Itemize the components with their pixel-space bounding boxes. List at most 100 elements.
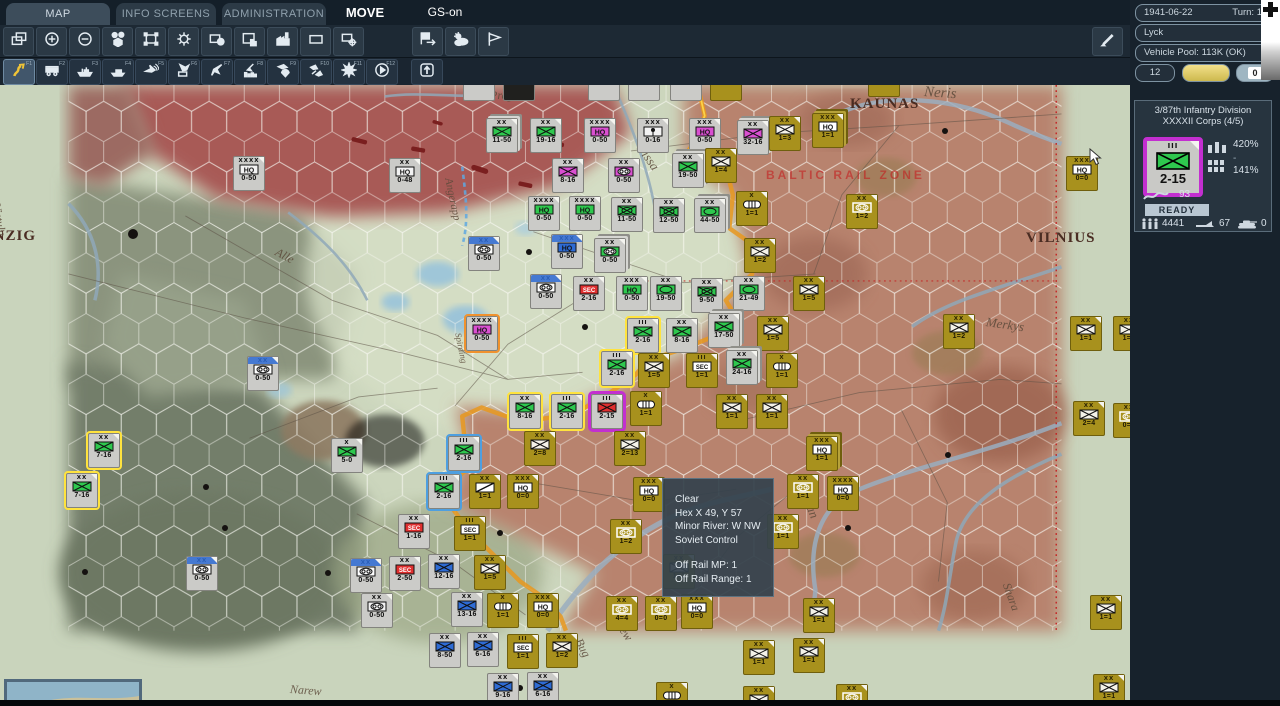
unit-counter[interactable]: XX9-50 bbox=[691, 278, 723, 313]
unit-counter[interactable]: XXSEC2-50 bbox=[389, 556, 421, 591]
unit-counter[interactable]: XX1=1 bbox=[803, 598, 835, 633]
unit-counter[interactable]: XX1=1 bbox=[756, 394, 788, 429]
move-up-stack-button[interactable] bbox=[411, 59, 443, 85]
unit-counter[interactable]: XX bbox=[670, 85, 702, 101]
unit-counter[interactable]: XXHQ bbox=[463, 85, 495, 101]
unit-counter[interactable]: XX1=2 bbox=[943, 314, 975, 349]
unit-counter[interactable]: X1=1 bbox=[487, 593, 519, 628]
unit-counter[interactable]: XXX0-16 bbox=[637, 118, 669, 153]
unit-counter[interactable]: XXXXHQ0-50 bbox=[584, 118, 616, 153]
mode-f3-button[interactable]: F3 bbox=[69, 59, 101, 85]
jump-flag-button[interactable] bbox=[412, 27, 443, 56]
unit-counter[interactable]: XX8-16 bbox=[666, 318, 698, 353]
unit-counter[interactable]: XX1=2 bbox=[744, 238, 776, 273]
menu-gs-toggle[interactable]: GS-on bbox=[415, 0, 475, 25]
unit-counter[interactable]: XX1=2 bbox=[546, 633, 578, 668]
unit-counter[interactable]: XX1=1 bbox=[716, 394, 748, 429]
unit-counter[interactable]: XXXHQ0=0 bbox=[527, 593, 559, 628]
empty-box-button[interactable] bbox=[300, 27, 331, 56]
hex-select-button[interactable] bbox=[135, 27, 166, 56]
unit-counter[interactable]: XXXXHQ0-50 bbox=[569, 196, 601, 231]
unit-counter[interactable]: XX1=5 bbox=[793, 276, 825, 311]
unit-counter[interactable]: XXXXHQ0-50 bbox=[466, 316, 498, 351]
unit-counter[interactable]: III2-16 bbox=[448, 436, 480, 471]
unit-counter[interactable]: XX8-16 bbox=[552, 158, 584, 193]
counters-button[interactable] bbox=[102, 27, 133, 56]
unit-counter[interactable]: XX bbox=[868, 85, 900, 97]
mode-f7-button[interactable]: F7 bbox=[201, 59, 233, 85]
unit-counter[interactable]: XX7-16 bbox=[66, 473, 98, 508]
unit-counter[interactable]: XX1=1 bbox=[787, 474, 819, 509]
unit-counter[interactable]: XX0-50 bbox=[530, 274, 562, 309]
unit-counter[interactable]: XX1=2 bbox=[610, 519, 642, 554]
unit-counter[interactable]: XX6-16 bbox=[527, 672, 559, 701]
unit-counter[interactable]: XX1=3 bbox=[769, 116, 801, 151]
unit-counter[interactable]: XX0=0 bbox=[1113, 403, 1130, 438]
unit-box-button[interactable] bbox=[201, 27, 232, 56]
mode-f8-button[interactable]: F8 bbox=[234, 59, 266, 85]
unit-counter[interactable]: XX1=1 bbox=[1113, 316, 1130, 351]
unit-counter[interactable]: X1=2 bbox=[656, 682, 688, 701]
unit-counter[interactable]: IIISEC1=1 bbox=[507, 634, 539, 669]
mode-f6-button[interactable]: F6 bbox=[168, 59, 200, 85]
mode-f1-button[interactable]: F1 bbox=[3, 59, 35, 85]
unit-counter[interactable]: III2-16 bbox=[428, 474, 460, 509]
unit-counter[interactable]: XX1=5 bbox=[638, 353, 670, 388]
mode-f2-button[interactable]: F2 bbox=[36, 59, 68, 85]
unit-counter[interactable]: III2-16 bbox=[627, 318, 659, 353]
unit-counter[interactable]: XX1=5 bbox=[757, 316, 789, 351]
unit-counter[interactable]: IIISEC1=1 bbox=[686, 353, 718, 388]
unit-counter[interactable]: XX8-50 bbox=[429, 633, 461, 668]
unit-counter[interactable]: XX1=1 bbox=[1093, 674, 1125, 701]
edit-pencil-button[interactable] bbox=[1092, 27, 1123, 56]
unit-counter[interactable]: XX bbox=[503, 85, 535, 101]
unit-counter-large[interactable]: III 2-15 bbox=[1143, 137, 1203, 197]
unit-counter[interactable]: XXXXHQ0=0 bbox=[827, 476, 859, 511]
unit-counter[interactable]: XX0-50 bbox=[247, 356, 279, 391]
unit-counter[interactable]: XX2=4 bbox=[1073, 401, 1105, 436]
unit-counter[interactable]: XX1=1 bbox=[743, 686, 775, 701]
unit-counter[interactable]: XXXXHQ0-50 bbox=[233, 156, 265, 191]
unit-counter[interactable]: XX4=4 bbox=[606, 596, 638, 631]
unit-counter[interactable]: XX0=0 bbox=[645, 596, 677, 631]
mode-f12-button[interactable]: F12 bbox=[366, 59, 398, 85]
unit-counter[interactable]: XX1=1 bbox=[793, 638, 825, 673]
map-viewport[interactable]: KAUNASVILNIUSDANZIGPregelPissaAngerappAl… bbox=[0, 85, 1130, 701]
unit-counter[interactable]: XXXHQ1=1 bbox=[812, 113, 844, 148]
unit-counter[interactable]: XXXHQ0-50 bbox=[616, 276, 648, 311]
unit-counter[interactable]: XX1=1 bbox=[1070, 316, 1102, 351]
unit-counter[interactable]: XX13-16 bbox=[451, 592, 483, 627]
unit-counter[interactable]: XX0-50 bbox=[594, 238, 626, 273]
unit-counter[interactable]: XXXHQ0=0 bbox=[681, 594, 713, 629]
zoom-in-button[interactable] bbox=[36, 27, 67, 56]
factory-button[interactable] bbox=[267, 27, 298, 56]
chart-box-button[interactable] bbox=[234, 27, 265, 56]
unit-counter[interactable]: XX19-50 bbox=[672, 153, 704, 188]
unit-counter[interactable]: XX7-16 bbox=[88, 433, 120, 468]
unit-counter[interactable]: XX12-16 bbox=[428, 554, 460, 589]
mode-f9-button[interactable]: F9 bbox=[267, 59, 299, 85]
unit-counter[interactable]: XX32-16 bbox=[737, 120, 769, 155]
weather-button[interactable] bbox=[445, 27, 476, 56]
mode-f10-button[interactable]: F10 bbox=[300, 59, 332, 85]
unit-counter[interactable]: XX44-50 bbox=[694, 198, 726, 233]
unit-counter[interactable]: XX bbox=[588, 85, 620, 101]
zoom-out-button[interactable] bbox=[69, 27, 100, 56]
unit-counter[interactable]: XX1=1 bbox=[1090, 595, 1122, 630]
unit-counter[interactable]: XXHQ bbox=[628, 85, 660, 101]
selected-unit-counter[interactable]: III2-15 bbox=[591, 394, 623, 429]
unit-counter[interactable]: XXHQ0-48 bbox=[389, 158, 421, 193]
unit-counter[interactable]: XX19-16 bbox=[530, 118, 562, 153]
unit-counter[interactable]: III2-16 bbox=[551, 394, 583, 429]
unit-counter[interactable]: X1=1 bbox=[766, 353, 798, 388]
unit-counter[interactable]: XX0-50 bbox=[350, 558, 382, 593]
unit-counter[interactable]: XX0-50 bbox=[361, 593, 393, 628]
unit-counter[interactable]: XX0-50 bbox=[186, 556, 218, 591]
unit-counter[interactable]: XX17-50 bbox=[708, 313, 740, 348]
unit-counter[interactable]: X5-0 bbox=[331, 438, 363, 473]
unit-counter[interactable]: XXXHQ1=1 bbox=[806, 436, 838, 471]
unit-counter[interactable]: XX1=4 bbox=[705, 148, 737, 183]
box-gear-button[interactable] bbox=[333, 27, 364, 56]
unit-counter[interactable]: XX1=5 bbox=[474, 555, 506, 590]
unit-counter[interactable]: XXXHQ0=0 bbox=[633, 477, 665, 512]
